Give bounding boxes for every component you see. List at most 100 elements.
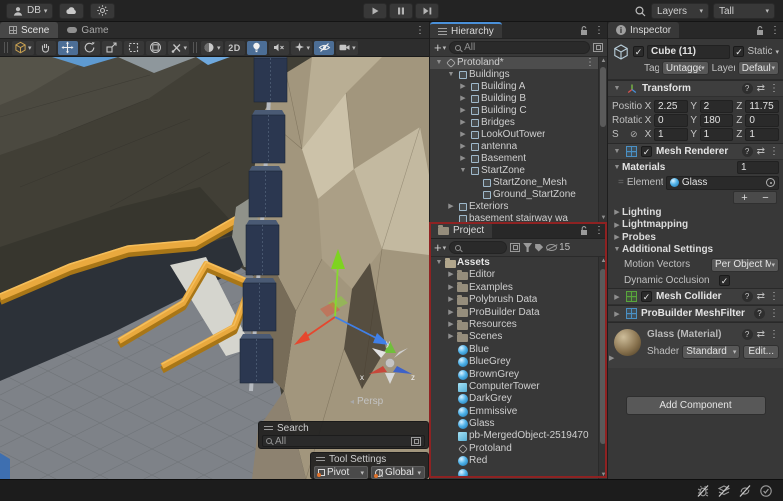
- scene-viewport[interactable]: y x z ◂ Persp Search All: [0, 57, 429, 479]
- camera-view-button[interactable]: ▾: [336, 41, 358, 55]
- foldout-closed-icon[interactable]: ▶: [446, 307, 456, 319]
- account-button[interactable]: DB ▾: [6, 3, 53, 19]
- hierarchy-item[interactable]: StartZone_Mesh: [430, 177, 607, 189]
- hidden-count-toggle[interactable]: 15: [546, 242, 570, 253]
- layer-dropdown[interactable]: Default▾: [738, 61, 779, 75]
- tab-hierarchy[interactable]: Hierarchy: [430, 22, 502, 38]
- pause-button[interactable]: [389, 3, 413, 19]
- project-scrollbar[interactable]: ▲ ▼: [598, 257, 607, 479]
- foldout-closed-icon[interactable]: ▶: [446, 294, 456, 306]
- chevron-down-icon[interactable]: ▾: [775, 48, 779, 56]
- hierarchy-scrollbar[interactable]: ▲ ▼: [598, 57, 607, 222]
- project-item[interactable]: ▶Polybrush Data: [430, 294, 607, 306]
- picker-icon[interactable]: [593, 43, 603, 52]
- project-item[interactable]: Blue: [430, 344, 607, 356]
- foldout-open-icon[interactable]: ▼: [612, 148, 622, 155]
- more-menu-icon[interactable]: ⋮: [770, 25, 780, 36]
- project-item[interactable]: Emmissive: [430, 406, 607, 418]
- drag-handle[interactable]: [193, 42, 197, 53]
- transform-component-header[interactable]: ▼ Transform ? ⇄ ⋮: [608, 80, 783, 97]
- cloud-button[interactable]: [59, 3, 84, 19]
- picker-icon[interactable]: [510, 243, 520, 252]
- hierarchy-item[interactable]: ▶Basement: [430, 153, 607, 165]
- project-item[interactable]: pb-MergedObject-2519470: [430, 430, 607, 442]
- project-item[interactable]: ▶Resources: [430, 319, 607, 331]
- axis-value-field[interactable]: 0: [654, 114, 688, 127]
- foldout-closed-icon[interactable]: ▶: [446, 201, 456, 213]
- project-item[interactable]: ▶Scenes: [430, 331, 607, 343]
- axis-value-field[interactable]: 2: [700, 100, 734, 113]
- hierarchy-item[interactable]: ▼Protoland*⋮: [430, 57, 607, 69]
- foldout-closed-icon[interactable]: ▶: [609, 354, 614, 362]
- more-menu-icon[interactable]: ⋮: [594, 25, 604, 36]
- more-menu-icon[interactable]: ⋮: [769, 308, 779, 319]
- tag-dropdown[interactable]: Untagged▾: [662, 61, 709, 75]
- tab-inspector[interactable]: i Inspector: [608, 22, 679, 38]
- picker-icon[interactable]: [411, 437, 421, 446]
- foldout-open-icon[interactable]: ▼: [612, 164, 622, 171]
- foldout-closed-icon[interactable]: ▶: [446, 282, 456, 294]
- link-scale-icon[interactable]: ⊘: [630, 129, 642, 140]
- mesh-collider-header[interactable]: ▶ Mesh Collider ? ⇄ ⋮: [608, 288, 783, 305]
- foldout-closed-icon[interactable]: ▶: [446, 331, 456, 343]
- search-by-label-icon[interactable]: [535, 244, 543, 252]
- hierarchy-item[interactable]: ▶Building B: [430, 93, 607, 105]
- services-button[interactable]: [90, 3, 115, 19]
- create-button[interactable]: + ▾: [434, 43, 446, 53]
- shading-mode-button[interactable]: ▾: [201, 41, 223, 55]
- project-item[interactable]: ▶ProBuilder Data: [430, 307, 607, 319]
- help-icon[interactable]: ?: [754, 308, 765, 319]
- hierarchy-item[interactable]: ▶antenna: [430, 141, 607, 153]
- help-icon[interactable]: ?: [742, 329, 753, 340]
- foldout-open-icon[interactable]: ▼: [612, 85, 622, 92]
- section-foldout[interactable]: ▼Additional Settings: [608, 244, 783, 257]
- search-by-type-icon[interactable]: [523, 243, 532, 252]
- custom-tool-button[interactable]: ▾: [168, 41, 190, 55]
- search-icon[interactable]: [634, 5, 647, 18]
- project-item[interactable]: ▶Examples: [430, 282, 607, 294]
- presets-icon[interactable]: ⇄: [757, 291, 765, 302]
- lock-icon[interactable]: [579, 225, 589, 236]
- scene-search-input[interactable]: All: [262, 435, 425, 447]
- scroll-thumb[interactable]: [600, 269, 606, 444]
- object-picker-icon[interactable]: [766, 178, 775, 187]
- axis-value-field[interactable]: 180: [700, 114, 734, 127]
- project-item[interactable]: BlueGrey: [430, 356, 607, 368]
- foldout-icon[interactable]: ▶: [612, 233, 622, 241]
- foldout-icon[interactable]: ▶: [612, 221, 622, 229]
- foldout-closed-icon[interactable]: ▶: [458, 117, 468, 129]
- axis-value-field[interactable]: 0: [745, 114, 779, 127]
- help-icon[interactable]: ?: [742, 291, 753, 302]
- drag-handle-icon[interactable]: =: [618, 177, 624, 188]
- layout-dropdown[interactable]: Tall ▾: [713, 3, 775, 19]
- create-button[interactable]: + ▾: [434, 243, 446, 253]
- material-object-field[interactable]: Glass: [666, 176, 779, 190]
- foldout-icon[interactable]: ▶: [612, 208, 622, 216]
- lock-icon[interactable]: [579, 25, 589, 36]
- foldout-closed-icon[interactable]: ▶: [458, 105, 468, 117]
- axis-value-field[interactable]: 2.25: [654, 100, 688, 113]
- project-search-input[interactable]: [449, 241, 507, 254]
- lighting-toggle-button[interactable]: [247, 41, 267, 55]
- project-item[interactable]: Red: [430, 455, 607, 467]
- axis-value-field[interactable]: 11.75: [745, 100, 779, 113]
- hierarchy-item[interactable]: ▶Bridges: [430, 117, 607, 129]
- hierarchy-item[interactable]: Ground_StartZone: [430, 189, 607, 201]
- foldout-open-icon[interactable]: ▼: [458, 165, 468, 177]
- shader-dropdown[interactable]: Standard▾: [682, 345, 740, 359]
- perspective-label[interactable]: ◂ Persp: [350, 396, 383, 407]
- more-menu-icon[interactable]: ⋮: [769, 329, 779, 340]
- pivot-dropdown[interactable]: Pivot ▾: [314, 466, 368, 479]
- active-checkbox[interactable]: [633, 46, 644, 57]
- more-menu-icon[interactable]: ⋮: [769, 83, 779, 94]
- 2d-mode-button[interactable]: 2D: [225, 41, 245, 55]
- hierarchy-item[interactable]: ▶LookOutTower: [430, 129, 607, 141]
- static-checkbox[interactable]: [733, 46, 744, 57]
- foldout-closed-icon[interactable]: ▶: [612, 293, 622, 301]
- axis-value-field[interactable]: 1: [700, 128, 734, 141]
- tab-game[interactable]: Game: [58, 22, 117, 38]
- project-item[interactable]: ▼Assets: [430, 257, 607, 269]
- move-tool-button[interactable]: [58, 41, 78, 55]
- add-component-button[interactable]: Add Component: [626, 396, 766, 415]
- foldout-closed-icon[interactable]: ▶: [458, 153, 468, 165]
